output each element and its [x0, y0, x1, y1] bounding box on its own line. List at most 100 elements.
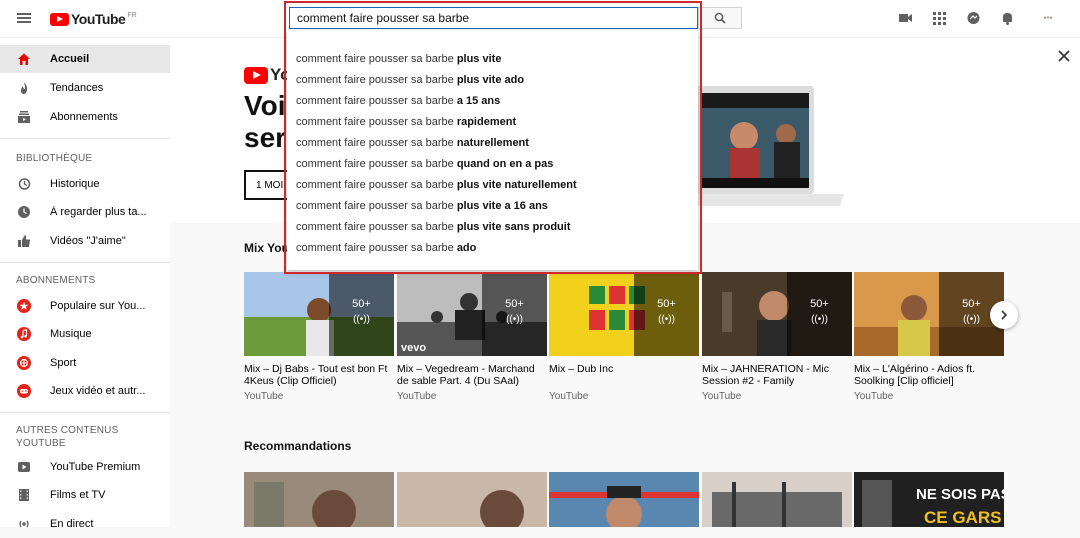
video-thumbnail[interactable]: 50+ ((•)) [854, 272, 1004, 356]
video-card[interactable]: 50+ ((•)) Mix – Dj Babs - Tout est bon Ft… [244, 272, 394, 402]
mix-section-title: Mix You [244, 241, 289, 255]
channel-name[interactable]: YouTube [397, 391, 547, 402]
other-content-heading: AUTRES CONTENUS YOUTUBE [16, 424, 118, 450]
mix-radio-icon: ((•)) [658, 314, 675, 325]
youtube-logo[interactable]: YouTube FR [50, 11, 137, 27]
video-thumbnail[interactable] [549, 472, 699, 527]
sidebar-item-label: À regarder plus ta... [50, 206, 147, 218]
film-icon [19, 489, 29, 501]
sidebar-divider [0, 138, 170, 139]
playlist-count: 50+ [352, 298, 371, 310]
search-suggestion[interactable]: comment faire pousser sa barbe a 15 ans [296, 95, 500, 107]
channel-name[interactable]: YouTube [549, 391, 699, 402]
video-thumbnail[interactable]: NE SOIS PAS CE GARS [854, 472, 1004, 527]
video-thumbnail[interactable] [397, 472, 547, 527]
sidebar-divider [0, 412, 170, 413]
sidebar-item-label: En direct [50, 518, 94, 530]
account-avatar[interactable]: ●●● [1037, 12, 1059, 24]
playlist-count: 50+ [810, 298, 829, 310]
close-icon[interactable] [1056, 48, 1072, 64]
search-suggestion[interactable]: comment faire pousser sa barbe ado [296, 242, 476, 254]
search-suggestions-dropdown: comment faire pousser sa barbe plus vite… [287, 31, 698, 270]
messages-icon[interactable] [966, 11, 981, 25]
video-camera-icon[interactable] [898, 11, 913, 25]
sidebar-item-label: Historique [50, 178, 100, 190]
sidebar-item-label: Sport [50, 357, 77, 369]
sidebar-item-sport[interactable]: Sport [0, 349, 170, 377]
sidebar-divider [0, 262, 170, 263]
search-suggestion[interactable]: comment faire pousser sa barbe plus vite… [296, 221, 571, 233]
mix-radio-icon: ((•)) [506, 314, 523, 325]
video-thumbnail[interactable] [244, 472, 394, 527]
thumbnail-image [397, 472, 547, 527]
video-card[interactable]: 50+ ((•)) Mix – L'Algérino - Adios ft. So… [854, 272, 1004, 402]
sidebar-item-popular[interactable]: Populaire sur You... [0, 292, 170, 320]
music-channel-icon [17, 327, 31, 341]
sidebar-item-watch-later[interactable]: À regarder plus ta... [0, 198, 170, 226]
sidebar-item-label: Musique [50, 328, 92, 340]
video-title[interactable]: Mix – Dub Inc [549, 363, 699, 387]
search-suggestion[interactable]: comment faire pousser sa barbe plus vite [296, 53, 501, 65]
library-heading: BIBLIOTHÈQUE [16, 153, 93, 164]
thumbnail-image [702, 472, 852, 527]
search-suggestion[interactable]: comment faire pousser sa barbe naturelle… [296, 137, 529, 149]
video-title[interactable]: Mix – Dj Babs - Tout est bon Ft 4Keus (C… [244, 363, 394, 387]
sidebar-item-history[interactable]: Historique [0, 170, 170, 198]
youtube-play-icon [50, 12, 69, 26]
subscriptions-icon [18, 111, 30, 123]
search-suggestion[interactable]: comment faire pousser sa barbe plus vite… [296, 179, 577, 191]
video-thumbnail[interactable]: 50+ ((•)) [549, 272, 699, 356]
video-title[interactable]: Mix – L'Algérino - Adios ft. Soolking [C… [854, 363, 1004, 387]
video-card[interactable]: 50+ ((•)) Mix – Dub Inc YouTube [549, 272, 699, 402]
banner-title: Voi ser [244, 90, 287, 153]
playlist-overlay: 50+ ((•)) [634, 272, 699, 356]
logo-text: YouTube [71, 11, 126, 27]
sidebar-item-home[interactable]: Accueil [0, 45, 170, 73]
sidebar-item-subscriptions[interactable]: Abonnements [0, 103, 170, 131]
video-card[interactable]: 50+ ((•)) Mix – JAHNERATION - Mic Session… [702, 272, 852, 402]
search-suggestion[interactable]: comment faire pousser sa barbe plus vite… [296, 200, 548, 212]
video-thumbnail[interactable]: vevo 50+ ((•)) [397, 272, 547, 356]
mix-radio-icon: ((•)) [811, 314, 828, 325]
shelf-next-button[interactable] [990, 301, 1018, 329]
sidebar-item-label: YouTube Premium [50, 461, 141, 473]
sidebar-item-music[interactable]: Musique [0, 320, 170, 348]
sidebar-item-live[interactable]: En direct [0, 510, 170, 538]
channel-name[interactable]: YouTube [702, 391, 852, 402]
popular-channel-icon [17, 299, 31, 313]
sidebar-item-premium[interactable]: YouTube Premium [0, 453, 170, 481]
search-input[interactable]: comment faire pousser sa barbe [289, 7, 698, 29]
thumbnail-caption: CE GARS [924, 508, 1002, 527]
video-thumbnail[interactable]: 50+ ((•)) [702, 272, 852, 356]
sidebar-item-label: Populaire sur You... [50, 300, 146, 312]
playlist-count: 50+ [505, 298, 524, 310]
channel-name[interactable]: YouTube [244, 391, 394, 402]
other-content-heading-line: AUTRES CONTENUS [16, 425, 119, 436]
region-label: FR [127, 11, 137, 19]
sidebar-item-label: Films et TV [50, 489, 106, 501]
search-button[interactable] [698, 7, 742, 29]
sidebar-item-liked-videos[interactable]: Vidéos "J'aime" [0, 227, 170, 255]
search-suggestion[interactable]: comment faire pousser sa barbe rapidemen… [296, 116, 516, 128]
video-card[interactable]: vevo 50+ ((•)) Mix – Vegedream - Marchand… [397, 272, 547, 402]
playlist-overlay: 50+ ((•)) [329, 272, 394, 356]
search-suggestion[interactable]: comment faire pousser sa barbe plus vite… [296, 74, 524, 86]
bell-icon[interactable] [1000, 11, 1015, 25]
video-title[interactable]: Mix – Vegedream - Marchand de sable Part… [397, 363, 547, 387]
recommendations-title: Recommandations [244, 439, 352, 453]
home-icon [18, 53, 30, 65]
gaming-channel-icon [17, 384, 31, 398]
video-title[interactable]: Mix – JAHNERATION - Mic Session #2 - Fam… [702, 363, 852, 387]
history-icon [18, 178, 31, 190]
sidebar-item-films[interactable]: Films et TV [0, 481, 170, 509]
sidebar: Accueil Tendances Abonnements BIBLIOTHÈQ… [0, 38, 170, 530]
sidebar-item-gaming[interactable]: Jeux vidéo et autr... [0, 377, 170, 405]
menu-icon[interactable] [17, 13, 31, 23]
premium-icon [18, 462, 30, 472]
apps-grid-icon[interactable] [932, 11, 947, 25]
video-thumbnail[interactable]: 50+ ((•)) [244, 272, 394, 356]
channel-name[interactable]: YouTube [854, 391, 1004, 402]
video-thumbnail[interactable] [702, 472, 852, 527]
sidebar-item-trending[interactable]: Tendances [0, 74, 170, 102]
search-suggestion[interactable]: comment faire pousser sa barbe quand on … [296, 158, 553, 170]
